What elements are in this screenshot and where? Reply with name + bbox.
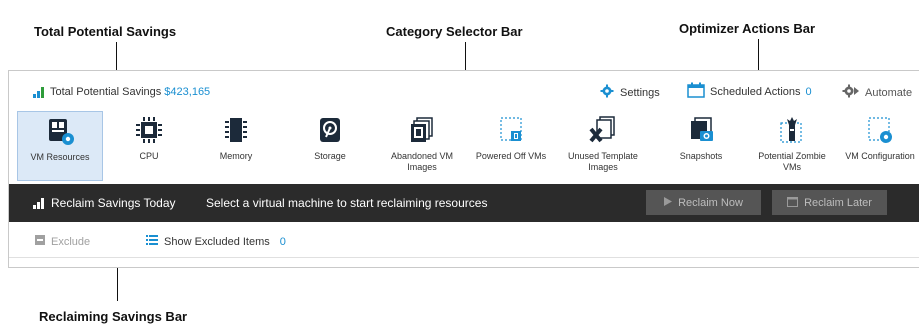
reclaim-now-label: Reclaim Now <box>678 196 743 209</box>
unused-templates-icon <box>588 111 618 149</box>
automate-button[interactable]: Automate <box>842 84 912 101</box>
reclaim-bar-chart-icon <box>33 197 47 209</box>
category-unused-template-images[interactable]: Unused Template Images <box>560 111 646 181</box>
powered-off-vms-icon <box>496 111 526 149</box>
category-potential-zombie-vms[interactable]: Potential Zombie VMs <box>750 111 834 181</box>
category-abandoned-vm-images[interactable]: Abandoned VM Images <box>380 111 464 181</box>
category-powered-off-vms[interactable]: Powered Off VMs <box>470 111 552 181</box>
calendar-icon <box>687 82 705 101</box>
memory-icon <box>221 111 251 149</box>
category-label: Powered Off VMs <box>475 151 547 161</box>
scheduled-actions-button[interactable]: Scheduled Actions 0 <box>687 82 812 101</box>
reclaim-now-button[interactable]: Reclaim Now <box>646 190 761 215</box>
total-potential-savings: Total Potential Savings $423,165 <box>33 86 210 98</box>
vm-resources-icon <box>43 112 77 150</box>
calendar-icon <box>787 196 799 210</box>
category-vm-resources[interactable]: VM Resources <box>17 111 103 181</box>
reclaim-title: Reclaim Savings Today <box>33 196 176 210</box>
exclude-button[interactable]: Exclude <box>35 235 90 248</box>
category-label: VM Resources <box>30 152 90 162</box>
savings-amount: $423,165 <box>164 86 211 98</box>
category-label: Snapshots <box>679 151 723 161</box>
category-label: Potential Zombie VMs <box>758 151 826 172</box>
category-label: Memory <box>219 151 253 161</box>
snapshots-icon <box>686 111 716 149</box>
automate-gear-icon <box>842 84 860 101</box>
scheduled-actions-count: 0 <box>805 85 812 98</box>
optimizer-panel: Total Potential Savings $423,165 Setting… <box>8 70 919 268</box>
category-snapshots[interactable]: Snapshots <box>660 111 742 181</box>
category-label: VM Configuration <box>845 151 915 161</box>
bar-chart-icon <box>33 86 47 98</box>
reclaim-title-label: Reclaim Savings Today <box>51 196 176 210</box>
scheduled-actions-label: Scheduled Actions <box>710 85 801 98</box>
category-memory[interactable]: Memory <box>196 111 276 181</box>
exclude-bar: Exclude Show Excluded Items 0 <box>9 222 919 258</box>
automate-label: Automate <box>865 86 913 99</box>
category-label: CPU <box>139 151 159 161</box>
reclaim-message: Select a virtual machine to start reclai… <box>206 196 488 210</box>
reclaim-later-button[interactable]: Reclaim Later <box>772 190 887 215</box>
exclude-icon <box>35 235 45 248</box>
category-storage[interactable]: Storage <box>290 111 370 181</box>
savings-label: Total Potential Savings <box>50 86 162 98</box>
category-label: Abandoned VM Images <box>390 151 454 172</box>
category-selector-bar: VM Resources CPU Memory Storage Abandone… <box>9 109 919 184</box>
play-icon <box>664 196 673 209</box>
show-excluded-label: Show Excluded Items <box>164 235 270 248</box>
category-cpu[interactable]: CPU <box>109 111 189 181</box>
show-excluded-items-button[interactable]: Show Excluded Items 0 <box>146 235 286 248</box>
settings-button[interactable]: Settings <box>599 84 660 101</box>
storage-icon <box>315 111 345 149</box>
zombie-vms-icon <box>777 111 807 149</box>
exclude-label: Exclude <box>51 235 91 248</box>
callout-category-selector-bar: Category Selector Bar <box>386 24 523 39</box>
category-vm-configuration[interactable]: VM Configuration <box>840 111 919 181</box>
callout-reclaiming-savings-bar: Reclaiming Savings Bar <box>39 309 188 324</box>
excluded-count: 0 <box>279 235 286 248</box>
category-label: Storage <box>314 151 346 161</box>
reclaim-savings-bar: Reclaim Savings Today Select a virtual m… <box>9 184 919 222</box>
callout-total-potential-savings: Total Potential Savings <box>34 24 177 39</box>
reclaim-later-label: Reclaim Later <box>804 196 872 209</box>
abandoned-images-icon <box>407 111 437 149</box>
vm-configuration-icon <box>865 111 895 149</box>
optimizer-actions-bar: Total Potential Savings $423,165 Setting… <box>9 71 919 109</box>
gear-icon <box>599 84 615 101</box>
cpu-icon <box>134 111 164 149</box>
category-label: Unused Template Images <box>568 151 638 172</box>
list-icon <box>146 235 158 248</box>
settings-label: Settings <box>620 86 660 99</box>
callout-optimizer-actions-bar: Optimizer Actions Bar <box>679 21 816 36</box>
